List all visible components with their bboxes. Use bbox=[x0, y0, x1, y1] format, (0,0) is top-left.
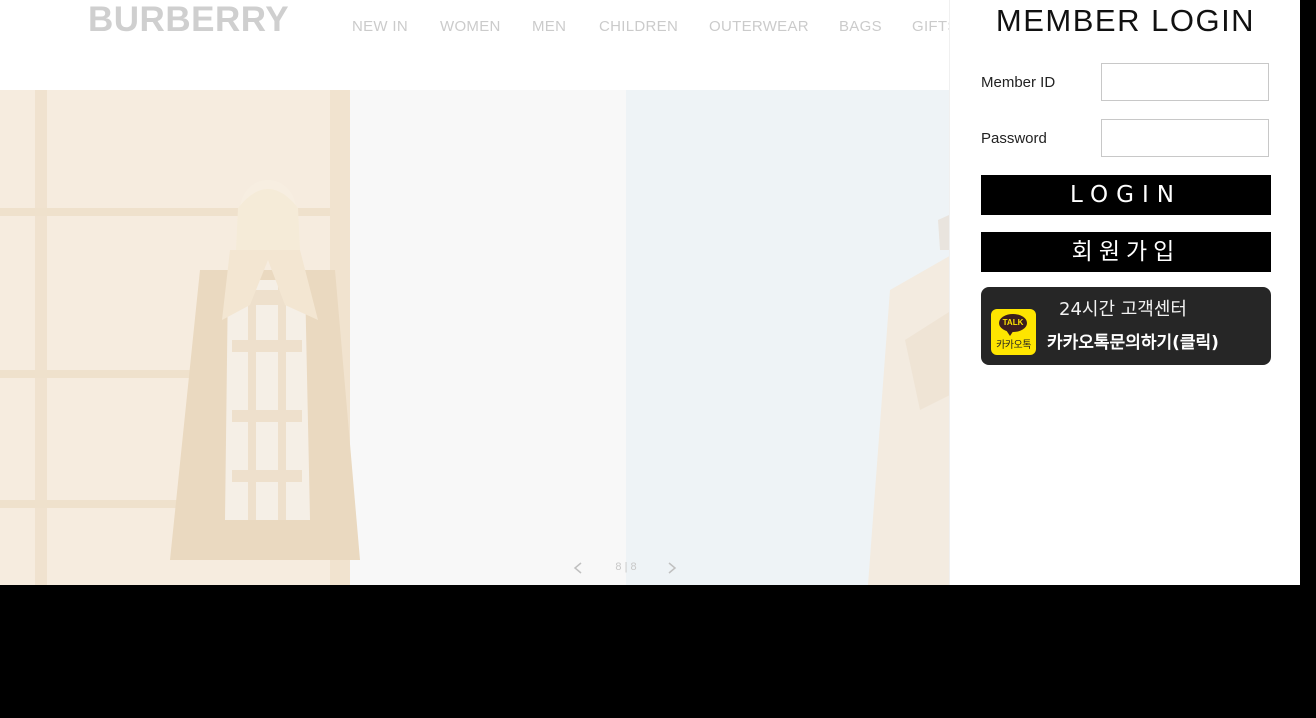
kakao-icon-label: 카카오톡 bbox=[996, 340, 1031, 351]
nav-item-men[interactable]: MEN bbox=[532, 18, 566, 35]
nav-item-outerwear[interactable]: OUTERWEAR bbox=[709, 18, 809, 35]
login-button[interactable]: LOGIN bbox=[981, 175, 1271, 215]
member-login-panel: MEMBER LOGIN Member ID Password LOGIN 회원… bbox=[949, 0, 1300, 585]
join-button[interactable]: 회원가입 bbox=[981, 232, 1271, 272]
password-input[interactable] bbox=[1101, 119, 1269, 157]
nav-item-bags[interactable]: BAGS bbox=[839, 18, 882, 35]
kakao-cta: 카카오톡문의하기(클릭) bbox=[1047, 333, 1219, 353]
nav-item-new-in[interactable]: NEW IN bbox=[352, 18, 408, 35]
password-label: Password bbox=[981, 130, 1047, 147]
kakao-bubble-icon: TALK bbox=[999, 314, 1027, 336]
nav-item-children[interactable]: CHILDREN bbox=[599, 18, 678, 35]
member-id-label: Member ID bbox=[981, 74, 1056, 91]
kakao-headline: 24시간 고객센터 bbox=[1059, 299, 1187, 320]
page: BURBERRY NEW IN WOMEN MEN CHILDREN OUTER… bbox=[0, 0, 1300, 585]
brand-logo[interactable]: BURBERRY bbox=[88, 0, 289, 40]
login-title: MEMBER LOGIN bbox=[995, 3, 1256, 38]
chevron-left-icon[interactable] bbox=[570, 560, 586, 576]
slide-counter: 8 | 8 bbox=[615, 561, 637, 573]
nav-item-women[interactable]: WOMEN bbox=[440, 18, 501, 35]
slider-controls: 8 | 8 bbox=[568, 560, 680, 576]
chevron-right-icon[interactable] bbox=[664, 560, 680, 576]
member-id-input[interactable] bbox=[1101, 63, 1269, 101]
kakao-inquiry-button[interactable]: TALK 카카오톡 24시간 고객센터 카카오톡문의하기(클릭) bbox=[981, 287, 1271, 365]
kakao-talk-icon: TALK 카카오톡 bbox=[991, 309, 1036, 355]
